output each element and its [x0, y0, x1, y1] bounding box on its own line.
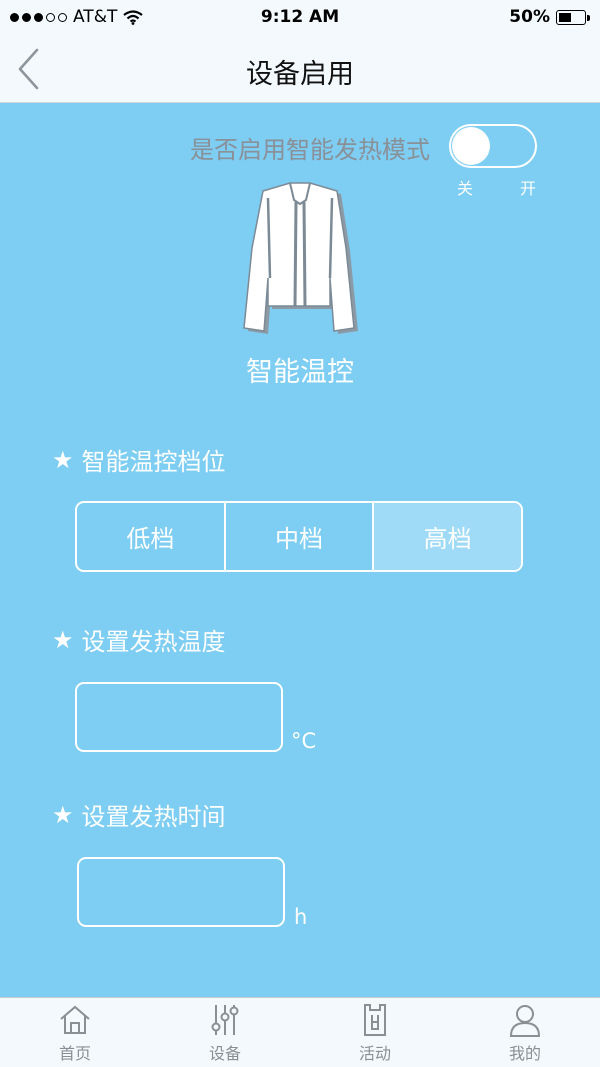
star-icon: ★ [52, 445, 74, 474]
tab-activity-label: 活动 [358, 1044, 391, 1063]
time-unit: h [294, 905, 308, 929]
time-input[interactable] [77, 857, 285, 927]
status-bar: AT&T 9:12 AM 50% [0, 0, 600, 34]
smart-heat-toggle[interactable] [449, 124, 537, 168]
tab-bar: 首页 设备 活动 我的 [0, 997, 600, 1067]
user-icon [509, 1005, 541, 1037]
tab-device[interactable]: 设备 [150, 998, 300, 1067]
star-icon: ★ [52, 800, 74, 829]
page-title: 设备启用 [246, 59, 354, 90]
status-right: 50% [509, 7, 590, 27]
toggle-knob [452, 127, 490, 165]
level-section-title: 智能温控档位 [81, 448, 226, 476]
home-icon [60, 1005, 90, 1034]
level-option-mid[interactable]: 中档 [223, 503, 373, 570]
level-section-header: ★ 智能温控档位 [52, 442, 226, 477]
tab-device-label: 设备 [208, 1044, 241, 1063]
tab-profile[interactable]: 我的 [450, 998, 600, 1067]
tab-home[interactable]: 首页 [0, 998, 150, 1067]
smart-heat-label: 是否启用智能发热模式 [190, 136, 430, 164]
battery-percent: 50% [509, 7, 550, 27]
sliders-icon [211, 1005, 239, 1035]
toggle-off-label: 关 [457, 179, 474, 198]
activity-icon [364, 1004, 386, 1036]
time-section-title: 设置发热时间 [81, 803, 226, 831]
temperature-section-header: ★ 设置发热温度 [52, 622, 226, 657]
tab-activity[interactable]: 活动 [300, 998, 450, 1067]
mode-title: 智能温控 [246, 357, 354, 388]
time-section-header: ★ 设置发热时间 [52, 797, 226, 832]
temperature-unit: °C [291, 729, 317, 753]
toggle-on-label: 开 [520, 179, 537, 198]
battery-icon [556, 9, 590, 25]
jacket-icon [243, 182, 358, 334]
temperature-section-title: 设置发热温度 [81, 628, 226, 656]
level-segmented-control: 低档 中档 高档 [75, 501, 523, 572]
temperature-input[interactable] [75, 682, 283, 752]
level-option-high[interactable]: 高档 [372, 503, 521, 570]
level-option-low[interactable]: 低档 [77, 503, 224, 570]
tab-profile-label: 我的 [508, 1044, 541, 1063]
nav-bar: 设备启用 [0, 34, 600, 103]
tab-home-label: 首页 [58, 1044, 91, 1063]
star-icon: ★ [52, 625, 74, 654]
